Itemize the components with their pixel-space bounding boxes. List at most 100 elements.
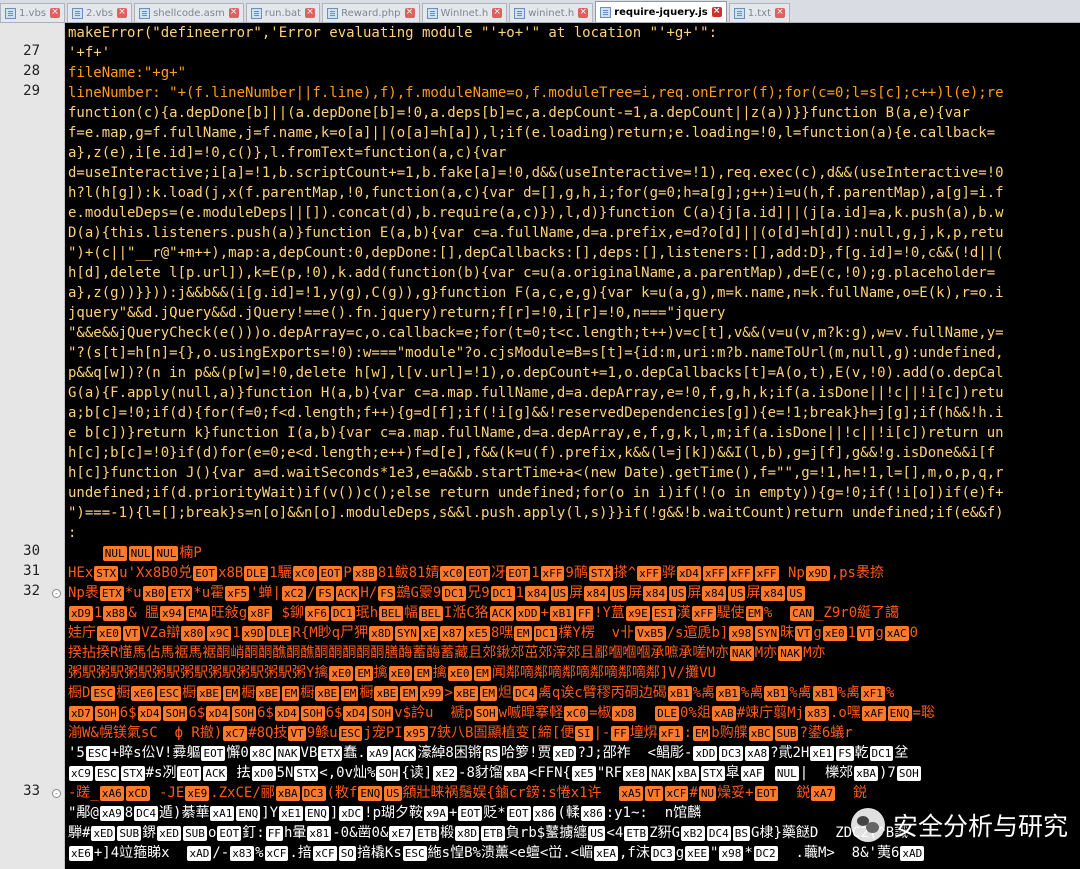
control-char-badge: FS: [836, 746, 854, 761]
control-char-badge: xBA: [275, 786, 300, 801]
binary-text: 鷀G霥9: [396, 585, 442, 601]
control-char-badge: STX: [94, 566, 119, 581]
tab-label: Reward.php: [341, 7, 401, 19]
binary-text: "RF: [596, 765, 623, 781]
binary-line: -蹉_ xA6 xCD -JE xE9 .ZxCE/郦 xBA DC3 (敉f ENQ US 頯壯睐…: [68, 783, 867, 803]
control-char-badge: xC0: [292, 566, 317, 581]
binary-text: 闻鄰嘀鄰嘀鄰嘀鄰嘀鄰嘀鄰]V/攤VU: [491, 665, 716, 681]
control-char-badge: xEE: [685, 846, 710, 861]
binary-text: VB: [300, 745, 318, 761]
tab-1-vbs[interactable]: 1.vbs ×: [0, 3, 66, 22]
control-char-badge: xBC: [748, 726, 773, 741]
binary-text: g: [813, 625, 822, 641]
tab-shellcode-asm[interactable]: shellcode.asm ×: [134, 3, 244, 22]
control-char-badge: ENQ: [887, 706, 912, 721]
binary-text: #竦庁翦Mj: [736, 705, 805, 721]
close-tab-icon[interactable]: ×: [117, 8, 128, 18]
control-char-badge: FS: [378, 586, 396, 601]
control-char-badge: EMA: [185, 606, 210, 621]
close-tab-icon[interactable]: ×: [50, 8, 61, 18]
binary-text: b购艓: [711, 725, 748, 741]
control-char-badge: ETB: [415, 826, 440, 841]
binary-text: Np褁: [68, 585, 99, 601]
line-number: 27: [23, 43, 40, 59]
control-char-badge: x8F: [248, 606, 273, 621]
control-char-badge: xC0: [440, 566, 465, 581]
binary-text: 懈0: [226, 745, 249, 761]
fold-toggle-icon[interactable]: -: [52, 589, 61, 598]
code-line: "?(s[t]=h[n]={},o.usingExports=!0):w==="…: [68, 345, 1004, 361]
control-char-badge: US: [550, 586, 569, 601]
binary-text: #s冽: [145, 765, 177, 781]
binary-line: '5 ESC +睟s伀V!彛軀 EOT 懈0 x8C NAK VB ETX 蠢. xA9 ACK 濠綽8…: [68, 743, 908, 763]
tab-require-jquery-js[interactable]: require-jquery.js ×: [595, 1, 727, 22]
control-char-badge: xE1: [810, 746, 835, 761]
file-icon: [5, 7, 16, 19]
control-char-badge: ACK: [489, 606, 514, 621]
tab-wininet-h[interactable]: wininet.h ×: [509, 3, 594, 22]
control-char-badge: NAK: [648, 766, 673, 781]
code-line: G(a){F.apply(null,a)}function H(a,b){var…: [68, 385, 1004, 401]
binary-text: 屏: [628, 585, 643, 601]
binary-text: 9鲦u: [306, 725, 338, 741]
code-line: a},z(g))}})):j&&b&&(i[g.id]=!1,y(g),C(g)…: [68, 285, 1004, 301]
control-char-badge: ENQ: [358, 786, 383, 801]
close-tab-icon[interactable]: ×: [492, 8, 503, 18]
code-area[interactable]: makeError("defineerror",'Error evaluatin…: [66, 23, 1080, 869]
control-char-badge: xB0: [142, 586, 167, 601]
code-line: '+f+': [68, 45, 111, 61]
control-char-badge: VT: [857, 626, 875, 641]
binary-text: ,f沫: [618, 845, 650, 861]
control-char-badge: xB1: [667, 686, 692, 701]
control-char-badge: xD4: [343, 706, 368, 721]
control-char-badge: ESC: [157, 686, 182, 701]
control-char-badge: x87: [440, 626, 464, 641]
close-tab-icon[interactable]: ×: [305, 8, 316, 18]
binary-text: _Z9r0綖了譪: [814, 605, 900, 621]
close-tab-icon[interactable]: ×: [578, 8, 589, 18]
code-editor[interactable]: 27 28 29 30 31 32 - 33 - makeError("defineerror"…: [0, 23, 1080, 869]
control-char-badge: xE2: [433, 766, 458, 781]
binary-text: 幅: [404, 605, 419, 621]
control-char-badge: xD9: [69, 606, 93, 621]
control-char-badge: DC1: [442, 586, 467, 601]
binary-text: g: [675, 845, 685, 861]
control-char-badge: xB1: [764, 686, 789, 701]
tab-wininet-h[interactable]: WinInet.h ×: [421, 3, 508, 22]
control-char-badge: DC1: [869, 746, 894, 761]
tab-reward-php[interactable]: Reward.php ×: [322, 3, 420, 22]
close-tab-icon[interactable]: ×: [228, 8, 239, 18]
tab-run-bat[interactable]: run.bat ×: [245, 3, 321, 22]
binary-text: (輮: [557, 805, 580, 821]
binary-line: 橱D ESC 橱 xE6 ESC 橱 xBE EM 橱 xBE EM 橱 xBE EM 橱 xBE EM x99 >…: [68, 683, 894, 703]
binary-text: 鋭: [836, 785, 867, 801]
control-char-badge: NU: [698, 786, 717, 801]
control-char-badge: VT: [122, 626, 141, 641]
binary-text: 乾: [854, 745, 869, 761]
control-char-badge: SOH: [232, 706, 256, 721]
code-line: undefined;if(d.priorityWait)if(v())c();e…: [68, 485, 1004, 501]
binary-line: xD7 SOH 6$ xD4 SOH 6$ xD4 SOH 6$ xD4 SOH 6$ xD4 SOH v$…: [68, 703, 935, 723]
binary-text: *u: [124, 585, 142, 601]
binary-text: v$訡u 褫p: [394, 705, 473, 721]
close-tab-icon[interactable]: ×: [711, 7, 722, 17]
binary-text: 1: [515, 585, 524, 601]
binary-text: 6$: [325, 705, 343, 721]
control-char-badge: xBE: [197, 686, 221, 701]
binary-text: ?鍙6蟻r: [799, 725, 853, 741]
binary-text: 6$: [256, 705, 274, 721]
binary-line: "鄅@ xA9 8 DC4 遁)綦華 xA1 ENQ]Y xE1 ENQ] xDC !p瑚夕鞍 x9A…: [68, 803, 701, 823]
control-char-badge: xAB: [711, 706, 736, 721]
binary-text: 屏: [746, 585, 761, 601]
close-tab-icon[interactable]: ×: [775, 8, 786, 18]
fold-toggle-icon[interactable]: -: [52, 789, 61, 798]
binary-text: %禼: [789, 685, 812, 701]
control-char-badge: xFF: [540, 566, 565, 581]
binary-text: 橱D: [68, 685, 91, 701]
control-char-badge: xD4: [206, 706, 231, 721]
tab-2-vbs[interactable]: 2.vbs ×: [67, 3, 133, 22]
binary-text: %: [885, 685, 895, 701]
close-tab-icon[interactable]: ×: [404, 8, 415, 18]
binary-text: /s逭虒b]: [666, 625, 729, 641]
tab-1-txt[interactable]: 1.txt ×: [728, 3, 791, 22]
